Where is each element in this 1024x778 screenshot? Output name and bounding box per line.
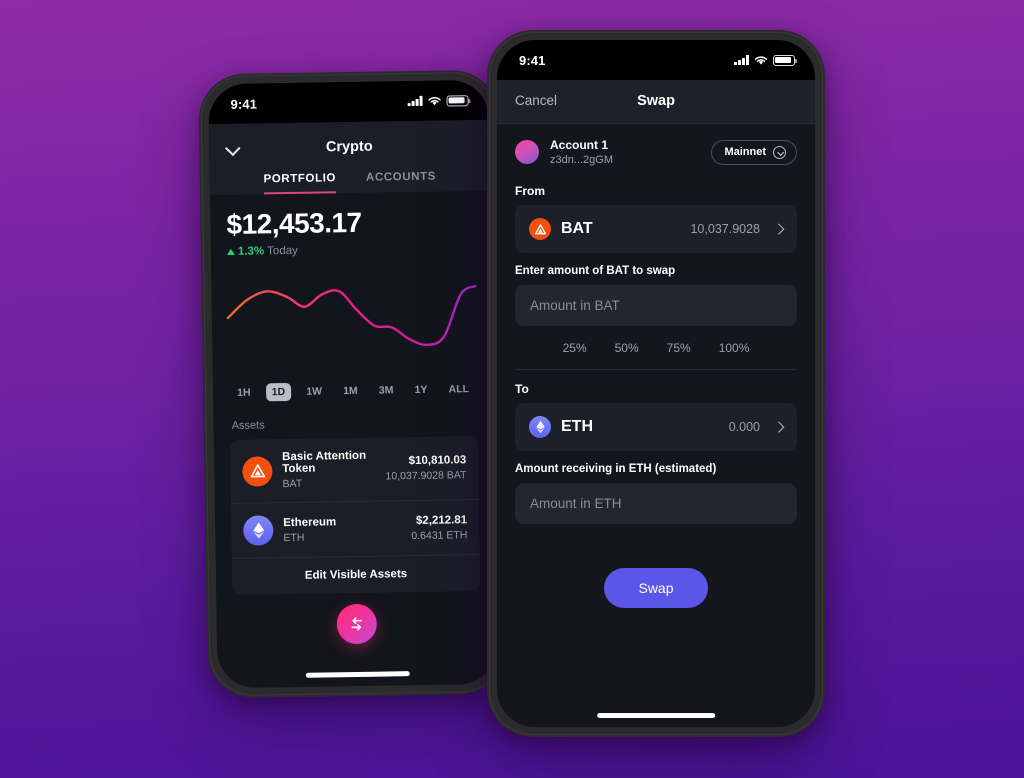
status-time: 9:41 — [519, 52, 546, 68]
eth-token-icon — [529, 416, 551, 438]
wifi-icon — [428, 96, 441, 105]
triangle-up-icon — [226, 248, 235, 255]
range-1d[interactable]: 1D — [265, 382, 292, 402]
network-selector[interactable]: Mainnet — [711, 139, 797, 165]
percent-50-button[interactable]: 50% — [615, 341, 639, 355]
table-row[interactable]: Basic Attention Token BAT $10,810.03 10,… — [230, 436, 479, 503]
swap-header: Cancel Swap — [497, 80, 815, 124]
account-row: Account 1 z3dn...2gGM Mainnet — [497, 124, 815, 176]
eth-token-icon — [243, 515, 274, 546]
to-token-selector[interactable]: ETH 0.000 — [515, 403, 797, 451]
range-1y[interactable]: 1Y — [408, 381, 433, 399]
account-name: Account 1 — [550, 138, 609, 152]
signal-bars-icon — [407, 95, 423, 107]
percent-75-button[interactable]: 75% — [667, 341, 691, 355]
asset-name: Basic Attention Token — [282, 449, 367, 476]
edit-visible-assets-button[interactable]: Edit Visible Assets — [231, 554, 481, 595]
avatar — [515, 140, 539, 164]
to-token-balance: 0.000 — [728, 420, 760, 434]
asset-symbol: ETH — [283, 531, 305, 544]
page-title: Swap — [637, 92, 675, 109]
range-3m[interactable]: 3M — [373, 381, 400, 399]
change-percent: 1.3% — [237, 245, 265, 258]
network-label: Mainnet — [724, 146, 766, 158]
asset-name: Ethereum — [283, 515, 337, 529]
range-all[interactable]: ALL — [442, 380, 475, 399]
change-period: Today — [267, 244, 298, 258]
bat-token-icon — [529, 218, 551, 240]
from-section-label: From — [515, 184, 545, 198]
status-time: 9:41 — [230, 95, 258, 112]
from-token-symbol: BAT — [561, 220, 593, 237]
swap-status-bar: 9:41 — [497, 40, 815, 80]
portfolio-chart — [227, 266, 477, 370]
from-token-balance: 10,037.9028 — [690, 222, 760, 236]
asset-symbol: BAT — [282, 477, 303, 491]
home-indicator — [597, 713, 715, 718]
portfolio-body: Crypto PORTFOLIO ACCOUNTS $12,453.17 1.3… — [208, 119, 498, 689]
chevron-down-circle-icon — [773, 145, 786, 159]
assets-card: Basic Attention Token BAT $10,810.03 10,… — [229, 436, 481, 595]
asset-fiat-value: $10,810.03 — [408, 454, 467, 468]
swap-arrows-icon — [351, 617, 363, 631]
home-indicator — [305, 671, 410, 678]
portfolio-screen: 9:41 Crypto PORTFOLIO ACCOUNTS $12,453.1… — [208, 79, 498, 689]
portfolio-header: Crypto PORTFOLIO ACCOUNTS — [208, 119, 490, 196]
percent-options: 25% 50% 75% 100% — [497, 326, 815, 355]
battery-icon — [773, 54, 798, 66]
chevron-right-icon — [774, 423, 783, 432]
asset-token-amount: 10,037.9028 BAT — [385, 469, 467, 483]
battery-icon — [446, 94, 469, 106]
tab-portfolio[interactable]: PORTFOLIO — [263, 172, 337, 195]
signal-bars-icon — [734, 55, 749, 65]
to-amount-hint: Amount receiving in ETH (estimated) — [515, 463, 717, 475]
asset-fiat-value: $2,212.81 — [415, 513, 468, 527]
notch — [573, 40, 739, 66]
bat-token-icon — [242, 455, 273, 487]
chevron-right-icon — [774, 225, 783, 234]
range-1w[interactable]: 1W — [300, 382, 328, 400]
swap-fab-button[interactable] — [336, 603, 378, 645]
to-token-symbol: ETH — [561, 418, 593, 435]
range-1h[interactable]: 1H — [231, 384, 257, 402]
portfolio-main: $12,453.17 1.3% Today 1H 1D 1W 1M 3M 1Y … — [210, 191, 496, 595]
portfolio-status-bar: 9:41 — [208, 79, 489, 125]
from-amount-hint: Enter amount of BAT to swap — [515, 265, 676, 277]
from-amount-input[interactable]: Amount in BAT — [515, 285, 797, 326]
range-selector: 1H 1D 1W 1M 3M 1Y ALL — [229, 380, 477, 402]
chart-line — [228, 286, 477, 348]
percent-25-button[interactable]: 25% — [563, 341, 587, 355]
percent-100-button[interactable]: 100% — [719, 341, 750, 355]
tab-accounts[interactable]: ACCOUNTS — [366, 171, 436, 193]
to-amount-input[interactable]: Amount in ETH — [515, 483, 797, 524]
swap-body: Cancel Swap Account 1 z3dn...2gGM Mainne… — [497, 80, 815, 727]
scene: 9:41 Crypto PORTFOLIO ACCOUNTS $12,453.1… — [0, 0, 1024, 778]
wifi-icon — [754, 55, 768, 65]
asset-token-amount: 0.6431 ETH — [411, 528, 468, 542]
assets-section-label: Assets — [231, 419, 265, 432]
to-section-label: To — [515, 382, 529, 396]
swap-button[interactable]: Swap — [604, 568, 708, 608]
notch — [275, 80, 422, 110]
from-token-selector[interactable]: BAT 10,037.9028 — [515, 205, 797, 253]
balance-change: 1.3% Today — [226, 242, 475, 258]
table-row[interactable]: Ethereum ETH $2,212.81 0.6431 ETH — [230, 499, 480, 558]
total-balance: $12,453.17 — [226, 206, 362, 240]
swap-screen: 9:41 Cancel Swap Account 1 z3dn...2gGM M… — [497, 40, 815, 727]
portfolio-chart-svg — [227, 266, 477, 370]
account-address: z3dn...2gGM — [550, 154, 613, 166]
phone-portfolio: 9:41 Crypto PORTFOLIO ACCOUNTS $12,453.1… — [198, 69, 508, 699]
phone-swap: 9:41 Cancel Swap Account 1 z3dn...2gGM M… — [487, 30, 825, 737]
page-title: Crypto — [325, 138, 373, 156]
range-1m[interactable]: 1M — [337, 382, 364, 400]
